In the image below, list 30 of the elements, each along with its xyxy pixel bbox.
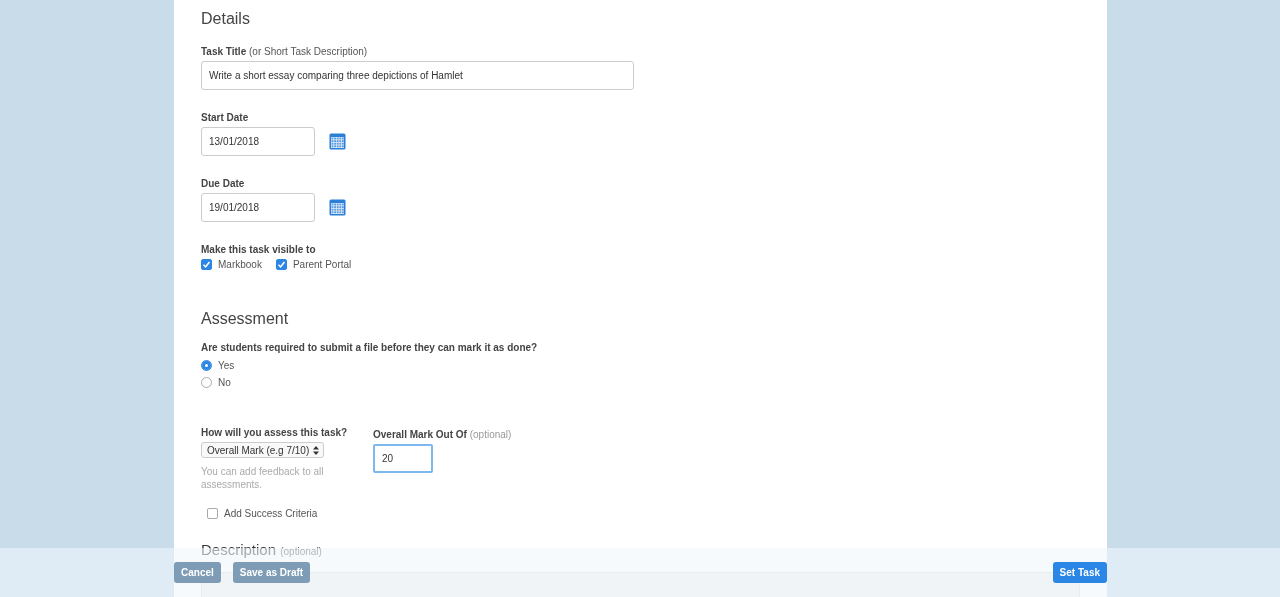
date-field[interactable]: 19/01/2018: [201, 193, 315, 222]
section-heading: Assessment: [201, 310, 290, 328]
assessment-select[interactable]: Overall Mark (e.g 7/10): [201, 442, 324, 458]
select-arrows-icon: [313, 445, 319, 455]
checkbox-label: Parent Portal: [292, 259, 352, 270]
field-label: Overall Mark Out Of (optional): [373, 429, 512, 440]
checkbox[interactable]: [275, 259, 287, 270]
task-title-field[interactable]: Write a short essay comparing three depictions of Hamlet: [201, 61, 634, 90]
calendar-icon[interactable]: [329, 199, 346, 216]
field-label: Start Date: [201, 112, 250, 123]
section-heading: Details: [201, 10, 251, 28]
help-text: You can add feedback to all assessments.: [201, 465, 325, 491]
radio-button[interactable]: [201, 360, 212, 371]
section-heading: Description (optional): [201, 541, 323, 558]
question-label: Are students required to submit a file before they can mark it as done?: [201, 342, 539, 353]
field-label: How will you assess this task?: [201, 427, 349, 438]
radio-button[interactable]: [201, 377, 212, 388]
calendar-icon[interactable]: [329, 133, 346, 150]
date-field[interactable]: 13/01/2018: [201, 127, 315, 156]
mark-field[interactable]: 20: [373, 444, 433, 473]
field-label: Due Date: [201, 178, 246, 189]
checkbox-label: Markbook: [218, 259, 262, 270]
radio-label: Yes: [218, 360, 235, 371]
set-task-button[interactable]: Set Task: [1052, 562, 1107, 583]
checkbox-label: Add Success Criteria: [224, 508, 318, 519]
checkbox[interactable]: [201, 259, 212, 270]
field-label: Task Title (or Short Task Description): [201, 46, 369, 57]
radio-label: No: [218, 377, 231, 388]
checkbox[interactable]: [207, 508, 218, 519]
field-label: Make this task visible to: [201, 244, 317, 255]
